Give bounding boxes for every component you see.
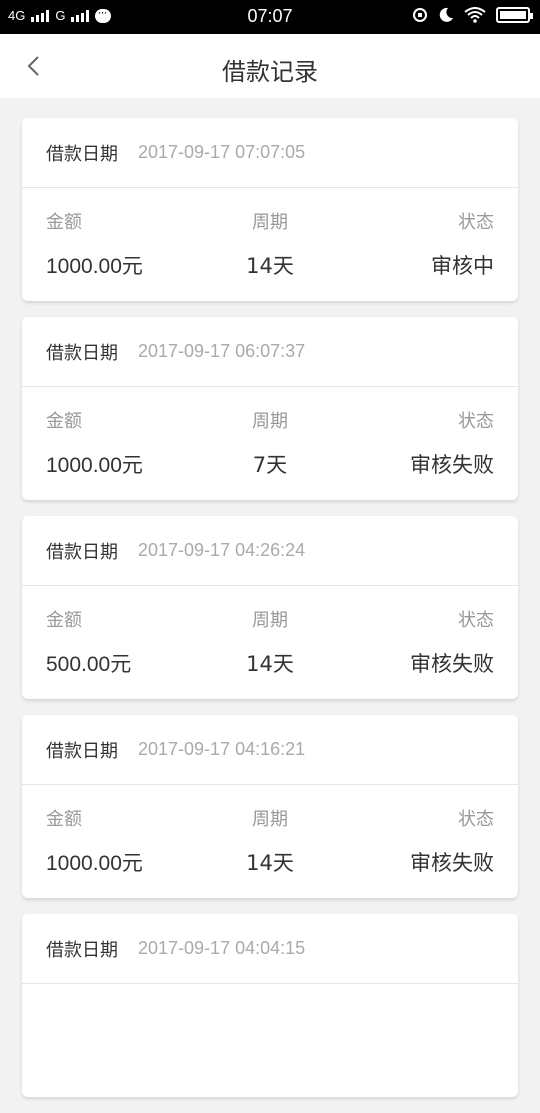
record-details: 金额 500.00元 周期 14天 状态审核失败: [22, 586, 518, 678]
loan-record-card[interactable]: 借款日期 2017-09-17 07:07:05 金额 1000.00元 周期 14…: [22, 118, 518, 301]
date-value: 2017-09-17 04:26:24: [138, 540, 306, 560]
status-icons: [412, 7, 533, 23]
record-date-row: 借款日期 2017-09-17 04:26:24: [22, 516, 518, 586]
status-value: 审核中: [430, 254, 494, 278]
record-details: 金额 1000.00元 周期 7天 状态审核失败: [22, 387, 518, 479]
wifi-icon: [464, 7, 486, 23]
amount-label: 金额: [46, 610, 82, 631]
amount-label: 金额: [46, 809, 82, 830]
date-label: 借款日期: [46, 541, 118, 563]
status-bar: 4G G 07:07: [0, 0, 540, 34]
status-value: 审核失败: [409, 652, 494, 676]
amount-value: 1000.00元: [46, 454, 143, 477]
status-label: 状态: [457, 809, 494, 830]
period-label: 周期: [251, 212, 288, 233]
amount-value: 500.00元: [46, 653, 132, 676]
date-label: 借款日期: [46, 740, 118, 762]
record-date-row: 借款日期 2017-09-17 06:07:37: [22, 317, 518, 387]
date-value: 2017-09-17 04:04:15: [138, 938, 306, 958]
period-value: 14天: [246, 254, 294, 278]
record-date-row: 借款日期 2017-09-17 04:04:15: [22, 914, 518, 984]
amount-value: 1000.00元: [46, 255, 143, 278]
period-label: 周期: [251, 610, 288, 631]
record-date-row: 借款日期 2017-09-17 04:16:21: [22, 715, 518, 785]
loan-record-card[interactable]: 借款日期 2017-09-17 06:07:37 金额 1000.00元 周期 7天…: [22, 317, 518, 500]
period-label: 周期: [251, 809, 288, 830]
amount-label: 金额: [46, 411, 82, 432]
loan-record-card[interactable]: 借款日期 2017-09-17 04:26:24 金额 500.00元 周期 14天…: [22, 516, 518, 699]
date-value: 2017-09-17 04:16:21: [138, 739, 306, 759]
moon-icon: [439, 7, 453, 22]
record-date-row: 借款日期 2017-09-17 07:07:05: [22, 118, 518, 188]
period-label: 周期: [251, 411, 288, 432]
status-label: 状态: [457, 610, 494, 631]
status-label: 状态: [457, 411, 494, 432]
status-value: 审核失败: [409, 453, 494, 477]
record-details: 金额 1000.00元 周期 14天 状态审核失败: [22, 785, 518, 877]
loan-record-card[interactable]: 借款日期 2017-09-17 04:16:21 金额 1000.00元 周期 14…: [22, 715, 518, 898]
record-details: 金额 1000.00元 周期 14天 状态审核中: [22, 188, 518, 280]
date-label: 借款日期: [46, 143, 118, 165]
status-label: 状态: [457, 212, 494, 233]
period-value: 7天: [252, 453, 288, 477]
date-label: 借款日期: [46, 342, 118, 364]
loan-record-list[interactable]: 借款日期 2017-09-17 07:07:05 金额 1000.00元 周期 14…: [22, 118, 518, 1113]
rotation-lock-icon: [413, 8, 427, 22]
date-value: 2017-09-17 07:07:05: [138, 142, 306, 162]
period-value: 14天: [246, 652, 294, 676]
amount-value: 1000.00元: [46, 852, 143, 875]
period-value: 14天: [246, 851, 294, 875]
status-value: 审核失败: [409, 851, 494, 875]
app-header: 借款记录: [0, 34, 540, 98]
battery-icon: [496, 7, 533, 23]
date-value: 2017-09-17 06:07:37: [138, 341, 306, 361]
page-title: 借款记录: [222, 58, 318, 86]
loan-record-card[interactable]: 借款日期 2017-09-17 04:04:15: [22, 914, 518, 1097]
date-label: 借款日期: [46, 939, 118, 961]
amount-label: 金额: [46, 212, 82, 233]
